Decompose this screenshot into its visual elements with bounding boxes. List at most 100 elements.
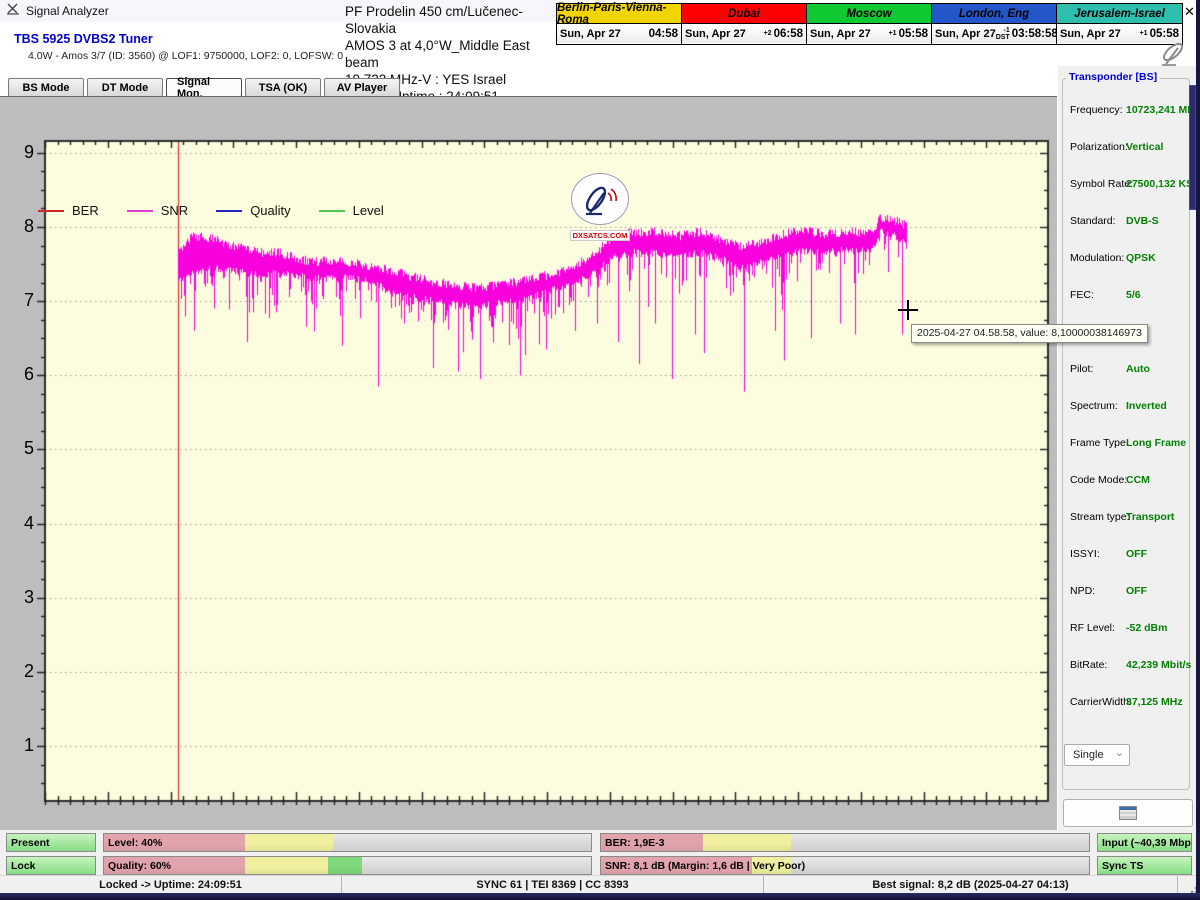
legend-swatch <box>127 210 153 212</box>
transponder-row: Spectrum: Inverted <box>1070 400 1188 414</box>
clock-time: 04:58 <box>649 28 678 40</box>
clock-cell: Berlin-Paris-Vienna-RomaSun, Apr 2704:58 <box>557 4 682 44</box>
transponder-label: Polarization: <box>1070 141 1128 153</box>
legend-item-level: Level <box>319 203 384 218</box>
tab-bs-mode[interactable]: BS Mode <box>8 78 84 97</box>
status-section: SYNC 61 | TEI 8369 | CC 8393 <box>342 876 764 894</box>
clock-time: 06:58 <box>774 28 803 40</box>
clock-utc-offset: +1 <box>1121 30 1150 37</box>
transponder-value: CCM <box>1126 474 1150 486</box>
tuner-config: 4.0W - Amos 3/7 (ID: 3560) @ LOF1: 97500… <box>28 50 343 62</box>
transponder-label: ISSYI: <box>1070 548 1100 560</box>
transponder-label: Frequency: <box>1070 104 1123 116</box>
clock-date: Sun, Apr 27 <box>685 28 746 40</box>
clock-offset-value: +1 <box>1140 30 1148 37</box>
transponder-value: Transport <box>1126 511 1174 523</box>
clock-time: 05:58 <box>899 28 928 40</box>
chevron-down-icon: ⌄ <box>1115 746 1124 759</box>
transponder-row: CarrierWidth:37,125 MHz <box>1070 696 1188 710</box>
ber-bar-label: BER: 1,9E-3 <box>605 834 665 851</box>
transponder-value: 37,125 MHz <box>1126 696 1183 708</box>
transponder-panel: Transponder [BS] Frequency:10723,241 MHz… <box>1058 66 1196 830</box>
transponder-label: FEC: <box>1070 289 1094 301</box>
sync-bar: Sync TS <box>1097 856 1192 875</box>
transponder-label: Pilot: <box>1070 363 1093 375</box>
clock-utc-offset: -1DST <box>996 27 1012 41</box>
panel-action-button[interactable] <box>1063 799 1193 827</box>
clock-city-label: London, Eng <box>932 4 1056 24</box>
clock-city-label: Jerusalem-Israel <box>1057 4 1182 24</box>
tuner-name: TBS 5925 DVBS2 Tuner <box>14 32 153 46</box>
mode-tabs: BS ModeDT ModeSignal Mon.TSA (OK)AV Play… <box>8 78 400 97</box>
status-section: Best signal: 8,2 dB (2025-04-27 04:13) <box>764 876 1178 894</box>
input-bar-label: Input (~40,39 Mbps) <box>1102 834 1192 851</box>
clock-time-row: Sun, Apr 2704:58 <box>557 24 681 43</box>
clock-city-label: Berlin-Paris-Vienna-Roma <box>557 4 681 24</box>
sync-bar-label: Sync TS <box>1102 857 1143 874</box>
y-tick-label: 6 <box>8 364 34 385</box>
status-text: Best signal: 8,2 dB (2025-04-27 04:13) <box>872 879 1068 891</box>
clock-time-row: Sun, Apr 27-1DST03:58:58 <box>932 24 1056 43</box>
tab-dt-mode[interactable]: DT Mode <box>87 78 163 97</box>
transponder-row: Polarization:Vertical <box>1070 141 1188 155</box>
legend-item-snr: SNR <box>127 203 188 218</box>
transponder-value: Inverted <box>1126 400 1167 412</box>
ber-bar: BER: 1,9E-3 <box>600 833 1090 852</box>
clock-offset-value: +2 <box>764 30 772 37</box>
transponder-label: Spectrum: <box>1070 400 1118 412</box>
transponder-value: 5/6 <box>1126 289 1141 301</box>
legend-item-quality: Quality <box>216 203 290 218</box>
y-tick-label: 9 <box>8 142 34 163</box>
bar-segment <box>245 834 333 851</box>
legend-label: BER <box>72 203 99 218</box>
close-icon[interactable]: ✕ <box>1184 4 1195 20</box>
chart-panel: BERSNRQualityLevel 987654321 DXSATCS.COM… <box>0 96 1057 830</box>
window-bottom-edge <box>0 893 1200 900</box>
tab-signal-mon-[interactable]: Signal Mon. <box>166 78 242 97</box>
transponder-row: ISSYI: OFF <box>1070 548 1188 562</box>
legend-swatch <box>319 210 345 212</box>
signal-analyzer-window: Signal Analyzer TBS 5925 DVBS2 Tuner 4.0… <box>0 0 1200 900</box>
transponder-row: Frequency:10723,241 MHz <box>1070 104 1188 118</box>
chart-tooltip: 2025-04-27 04.58.58, value: 8,1000003814… <box>911 324 1148 343</box>
snr-bar-label: SNR: 8,1 dB (Margin: 1,6 dB | Very Poor) <box>605 857 805 874</box>
transponder-label: Standard: <box>1070 215 1116 227</box>
transponder-row: NPD:OFF <box>1070 585 1188 599</box>
antenna-note-line: AMOS 3 at 4,0°W_Middle East beam <box>345 37 557 71</box>
present-bar: Present <box>6 833 96 852</box>
mis-selected-value: Single <box>1073 749 1104 761</box>
dxsatcs-logo: DXSATCS.COM <box>568 173 632 235</box>
tab-tsa-ok-[interactable]: TSA (OK) <box>245 78 321 97</box>
clock-utc-offset: +2 <box>746 30 774 37</box>
clock-time-row: Sun, Apr 27 +206:58 <box>682 24 806 43</box>
mis-select[interactable]: Single ⌄ <box>1064 744 1130 766</box>
level-bar: Level: 40% <box>103 833 592 852</box>
status-text: SYNC 61 | TEI 8369 | CC 8393 <box>476 879 628 891</box>
bar-segment <box>703 834 791 851</box>
legend-label: Quality <box>250 203 290 218</box>
transponder-row: Pilot: Auto <box>1070 363 1188 377</box>
transponder-value: Long Frame <box>1126 437 1186 449</box>
chart-legend: BER SNR Quality Level <box>38 203 412 218</box>
y-tick-label: 3 <box>8 587 34 608</box>
transponder-label: Code Mode: <box>1070 474 1127 486</box>
transponder-value: Auto <box>1126 363 1150 375</box>
transponder-label: RF Level: <box>1070 622 1115 634</box>
transponder-row: Code Mode:CCM <box>1070 474 1188 488</box>
lock-bar-label: Lock <box>11 857 36 874</box>
clock-offset-value: +1 <box>889 30 897 37</box>
clock-date: Sun, Apr 27 <box>810 28 871 40</box>
tab-av-player[interactable]: AV Player <box>324 78 400 97</box>
transponder-value: -52 dBm <box>1126 622 1167 634</box>
y-tick-label: 4 <box>8 513 34 534</box>
scrollbar-thumb[interactable] <box>1189 85 1196 210</box>
antenna-note-line: PF Prodelin 450 cm/Lučenec-Slovakia <box>345 3 557 37</box>
clock-city-label: Dubai <box>682 4 806 24</box>
transponder-row: BitRate:42,239 Mbit/s <box>1070 659 1188 673</box>
snr-bar: SNR: 8,1 dB (Margin: 1,6 dB | Very Poor) <box>600 856 1090 875</box>
transponder-row: FEC: 5/6 <box>1070 289 1188 303</box>
input-bar: Input (~40,39 Mbps) <box>1097 833 1192 852</box>
quality-bar-label: Quality: 60% <box>108 857 171 874</box>
clock-cell: Dubai Sun, Apr 27 +206:58 <box>682 4 807 44</box>
transponder-value: OFF <box>1126 548 1147 560</box>
